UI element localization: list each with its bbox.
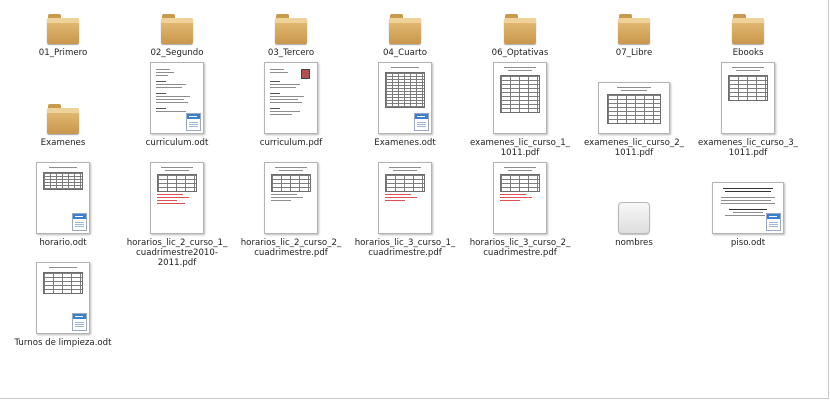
- odt-document-icon: [150, 62, 204, 134]
- file-item-horario-odt[interactable]: horario.odt: [6, 162, 120, 248]
- file-label: examenes_lic_curso_3_ 1011.pdf: [698, 138, 798, 158]
- odt-document-icon: [378, 62, 432, 134]
- folder-icon: [732, 14, 764, 44]
- file-label: 02_Segundo: [150, 48, 204, 58]
- file-item-piso-odt[interactable]: piso.odt: [691, 162, 805, 248]
- pdf-document-icon: [493, 162, 547, 234]
- file-label: 06_Optativas: [491, 48, 549, 58]
- file-label: horarios_lic_2_curso_1_ cuadrimestre2010…: [126, 238, 228, 268]
- file-item-horarios-lic-2-curso-2[interactable]: horarios_lic_2_curso_2_ cuadrimestre.pdf: [234, 162, 348, 258]
- folder-item-02-segundo[interactable]: 02_Segundo: [120, 12, 234, 58]
- folder-icon: [47, 104, 79, 134]
- folder-icon: [504, 14, 536, 44]
- folder-item-04-cuarto[interactable]: 04_Cuarto: [348, 12, 462, 58]
- file-label: horarios_lic_3_curso_2_ cuadrimestre.pdf: [469, 238, 571, 258]
- file-item-curriculum-pdf[interactable]: curriculum.pdf: [234, 62, 348, 148]
- file-item-horarios-lic-3-curso-1[interactable]: horarios_lic_3_curso_1_ cuadrimestre.pdf: [348, 162, 462, 258]
- file-label: horarios_lic_3_curso_1_ cuadrimestre.pdf: [354, 238, 456, 258]
- pdf-document-icon: [264, 162, 318, 234]
- pdf-document-icon: [264, 62, 318, 134]
- pdf-document-icon: [493, 62, 547, 134]
- folder-item-07-libre[interactable]: 07_Libre: [577, 12, 691, 58]
- odt-document-icon: [712, 182, 784, 234]
- file-label: Examenes.odt: [374, 138, 436, 148]
- file-label: curriculum.odt: [145, 138, 209, 148]
- file-item-nombres[interactable]: nombres: [577, 162, 691, 248]
- folder-icon: [161, 14, 193, 44]
- odt-document-icon: [36, 162, 90, 234]
- folder-icon: [389, 14, 421, 44]
- file-label: curriculum.pdf: [259, 138, 323, 148]
- file-label: examenes_lic_curso_2_ 1011.pdf: [584, 138, 684, 158]
- folder-icon: [47, 14, 79, 44]
- folder-icon: [618, 14, 650, 44]
- folder-item-01-primero[interactable]: 01_Primero: [6, 12, 120, 58]
- file-item-examenes-lic-curso-2[interactable]: examenes_lic_curso_2_ 1011.pdf: [577, 62, 691, 158]
- file-label: horarios_lic_2_curso_2_ cuadrimestre.pdf: [240, 238, 342, 258]
- file-item-examenes-lic-curso-3[interactable]: examenes_lic_curso_3_ 1011.pdf: [691, 62, 805, 158]
- folder-item-03-tercero[interactable]: 03_Tercero: [234, 12, 348, 58]
- folder-item-examenes[interactable]: Examenes: [6, 62, 120, 148]
- file-label: examenes_lic_curso_1_ 1011.pdf: [470, 138, 570, 158]
- folder-icon: [275, 14, 307, 44]
- odt-document-icon: [36, 262, 90, 334]
- file-label: 04_Cuarto: [382, 48, 428, 58]
- file-item-horarios-lic-2-curso-1[interactable]: horarios_lic_2_curso_1_ cuadrimestre2010…: [120, 162, 234, 268]
- file-label: nombres: [615, 238, 653, 248]
- file-label: 03_Tercero: [267, 48, 315, 58]
- file-label: Turnos de limpieza.odt: [14, 338, 112, 348]
- file-label: 07_Libre: [615, 48, 653, 58]
- generic-file-icon: [618, 202, 650, 234]
- pdf-document-icon: [378, 162, 432, 234]
- file-manager-icon-view: 01_Primero 02_Segundo 03_Tercero 04_Cuar…: [0, 0, 829, 399]
- file-item-turnos-de-limpieza[interactable]: Turnos de limpieza.odt: [6, 262, 120, 348]
- file-label: Examenes: [40, 138, 86, 148]
- pdf-document-icon: [721, 62, 775, 134]
- file-item-examenes-odt[interactable]: Examenes.odt: [348, 62, 462, 148]
- file-label: Ebooks: [732, 48, 764, 58]
- file-item-examenes-lic-curso-1[interactable]: examenes_lic_curso_1_ 1011.pdf: [463, 62, 577, 158]
- file-label: 01_Primero: [38, 48, 88, 58]
- file-item-horarios-lic-3-curso-2[interactable]: horarios_lic_3_curso_2_ cuadrimestre.pdf: [463, 162, 577, 258]
- file-label: horario.odt: [39, 238, 87, 248]
- pdf-document-icon: [598, 82, 670, 134]
- file-label: piso.odt: [730, 238, 766, 248]
- file-item-curriculum-odt[interactable]: curriculum.odt: [120, 62, 234, 148]
- folder-item-06-optativas[interactable]: 06_Optativas: [463, 12, 577, 58]
- pdf-document-icon: [150, 162, 204, 234]
- folder-item-ebooks[interactable]: Ebooks: [691, 12, 805, 58]
